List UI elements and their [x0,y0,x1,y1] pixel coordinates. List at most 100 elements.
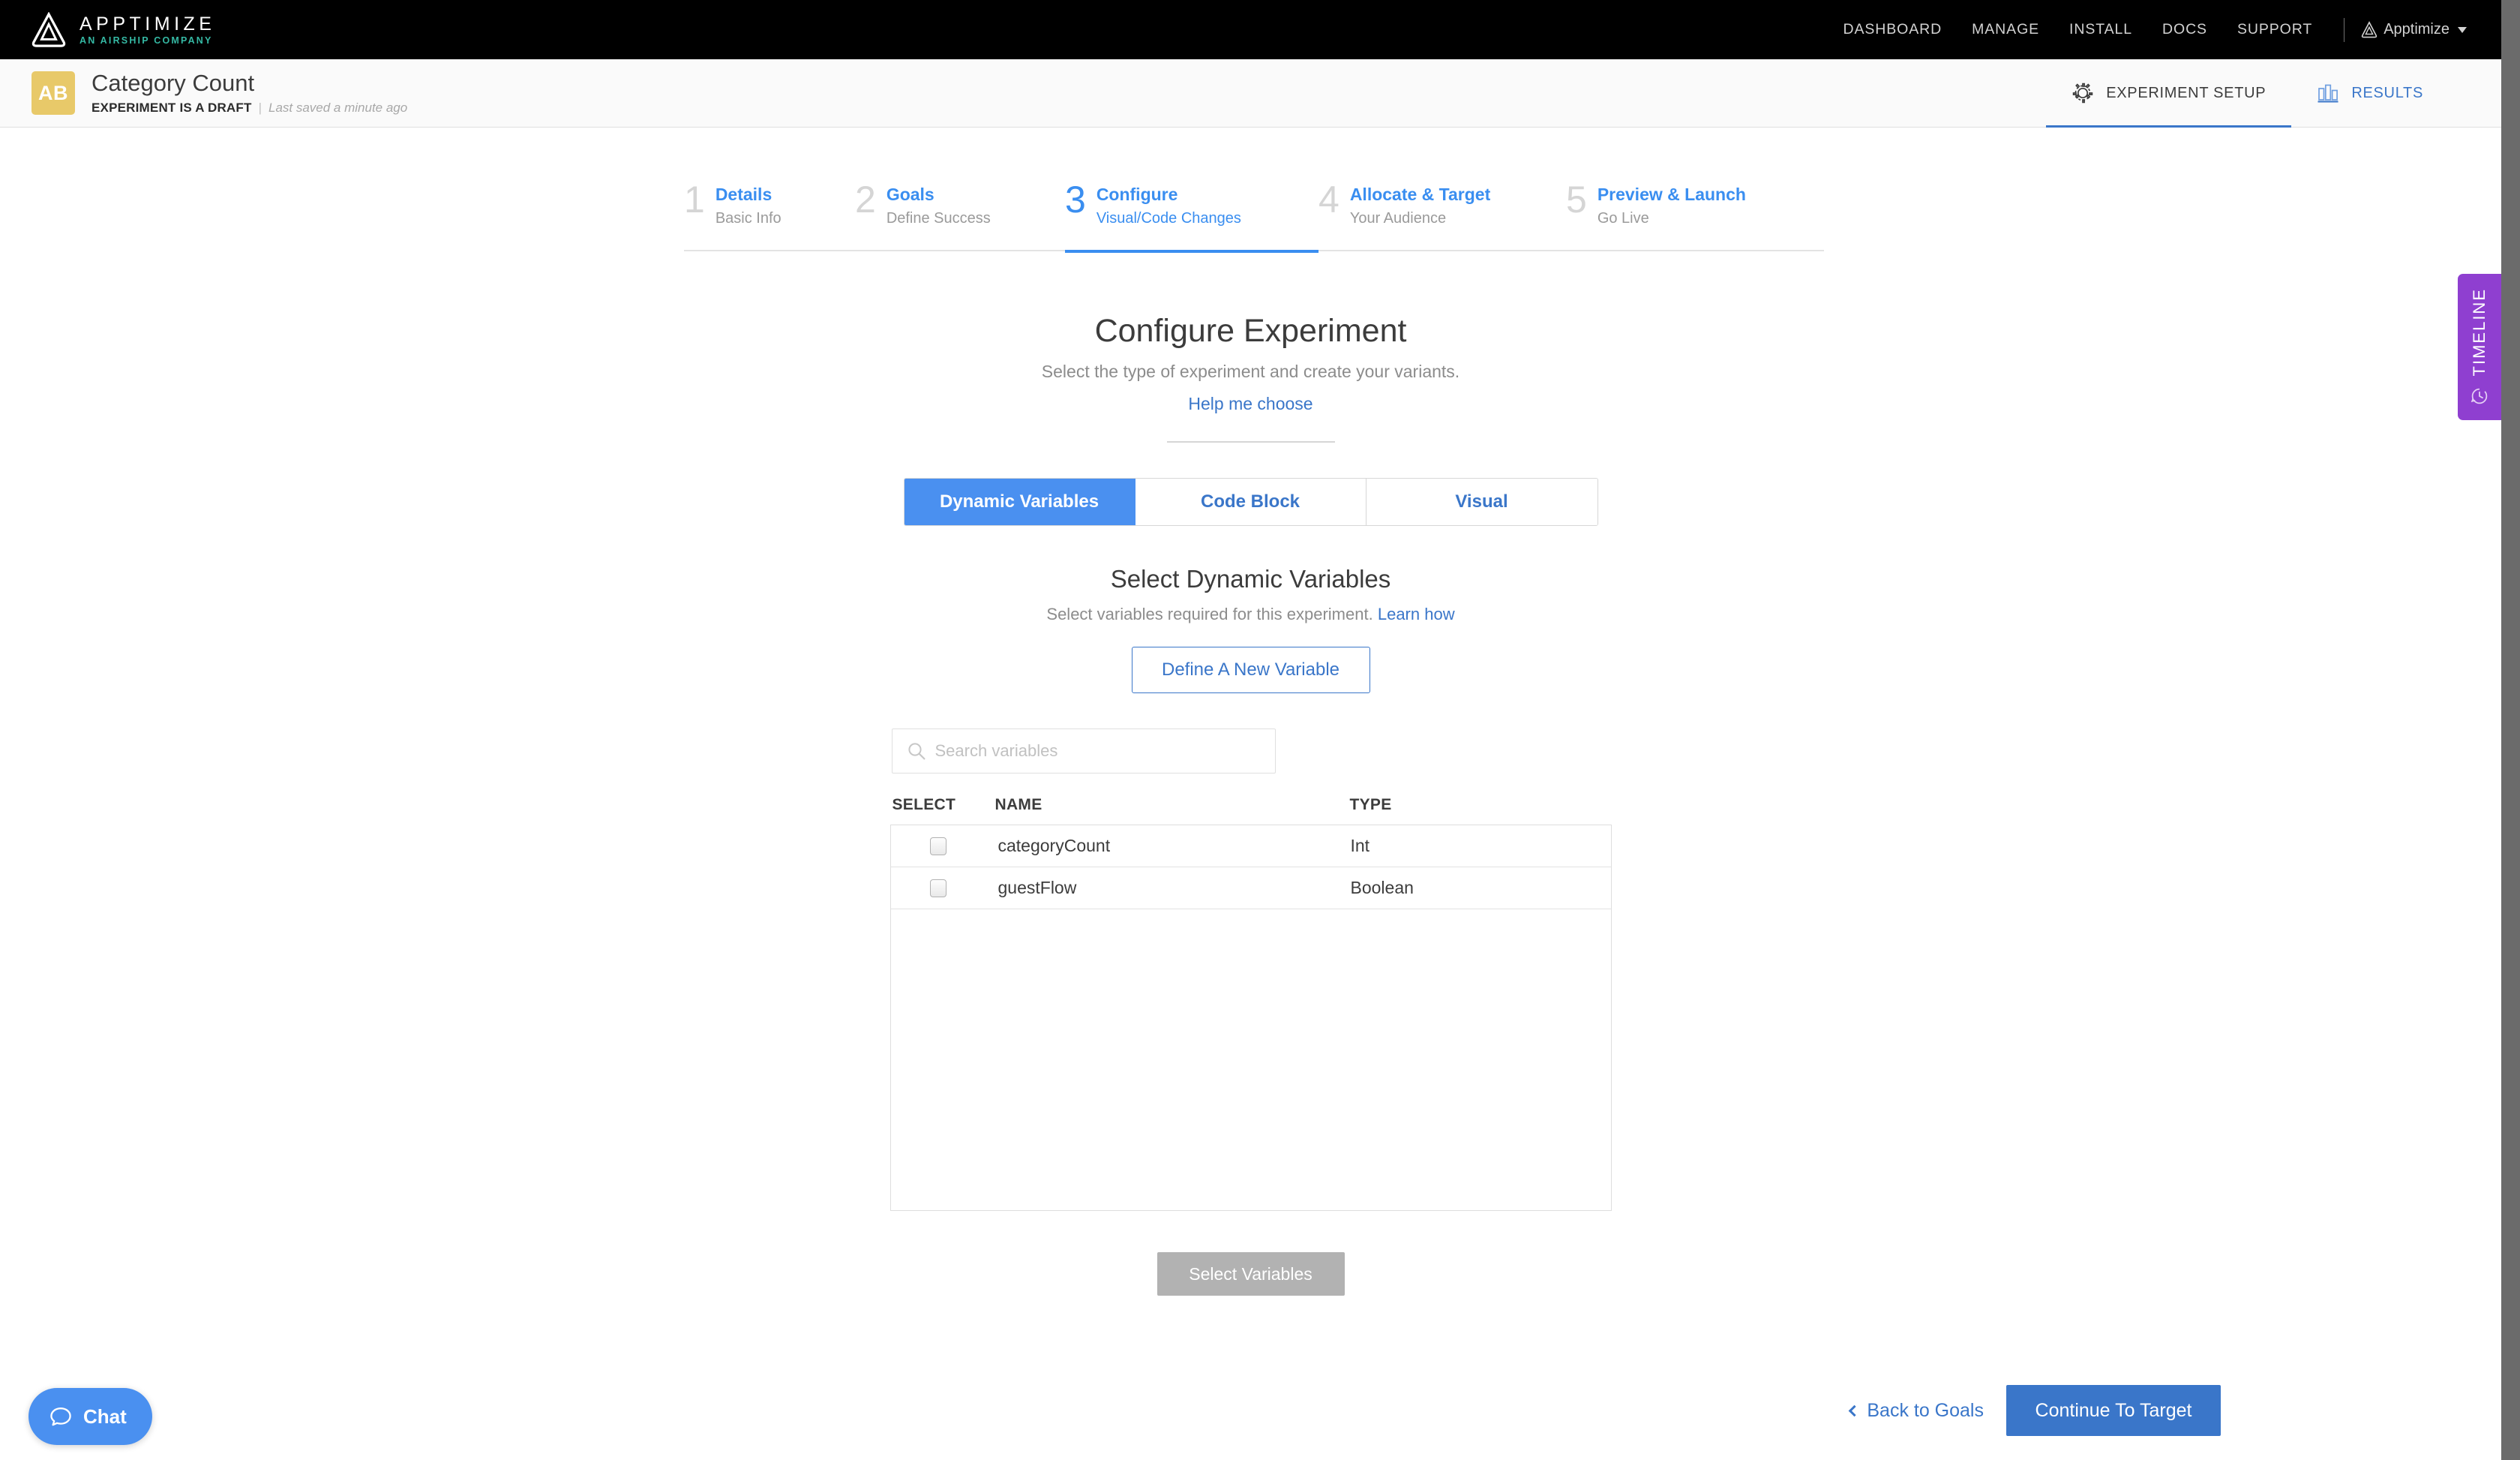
select-dynamic-variables-subtitle: Select variables required for this exper… [1046,605,1454,624]
page-title: Category Count [92,70,255,97]
wizard-step-number: 2 [855,179,876,221]
tab-results[interactable]: RESULTS [2291,59,2449,128]
wizard-step-subtitle: Basic Info [715,209,782,227]
top-nav-links: DASHBOARD MANAGE INSTALL DOCS SUPPORT Ap… [1828,17,2474,42]
nav-link-install[interactable]: INSTALL [2054,21,2147,38]
table-row[interactable]: guestFlow Boolean [890,867,1611,909]
row-select-cell [891,879,996,897]
status-badge: EXPERIMENT IS A DRAFT [92,100,252,115]
bar-chart-icon [2318,84,2338,103]
chevron-left-icon [1849,1404,1861,1417]
wizard-step-preview-launch[interactable]: 5 Preview & Launch Go Live [1566,179,1821,246]
row-select-cell [891,837,996,855]
nav-link-manage[interactable]: MANAGE [1957,21,2054,38]
wizard-step-title: Configure [1096,185,1178,204]
row-name-cell: guestFlow [998,878,1077,897]
experiment-type-badge: AB [32,71,75,115]
wizard-step-allocate-target[interactable]: 4 Allocate & Target Your Audience [1318,179,1566,246]
timeline-tab-label: TIMELINE [2470,287,2488,377]
column-header-name: NAME [994,796,1042,813]
configure-experiment-title: Configure Experiment [1094,313,1407,349]
experiment-view-tabs: EXPERIMENT SETUP RESULTS [2046,59,2449,128]
search-icon [908,743,925,760]
wizard-step-title: Goals [886,185,934,204]
top-navigation-bar: APPTIMIZE AN AIRSHIP COMPANY DASHBOARD M… [0,0,2501,59]
learn-how-link[interactable]: Learn how [1378,605,1455,623]
wizard-step-subtitle: Go Live [1597,209,1649,227]
chevron-down-icon [2458,26,2467,33]
apptimize-logo[interactable]: APPTIMIZE AN AIRSHIP COMPANY [32,11,216,48]
wizard-step-title: Preview & Launch [1597,185,1746,204]
chat-bubble-icon [50,1407,71,1426]
wizard-step-title: Details [715,185,772,204]
wizard-step-number: 5 [1566,179,1587,221]
search-variables-box[interactable] [891,728,1276,774]
status-separator: | [258,100,262,115]
last-saved-text: Last saved a minute ago [268,100,408,115]
wizard-progress-active [1065,250,1318,253]
section-subtitle-text: Select variables required for this exper… [1046,605,1373,623]
wizard-step-details[interactable]: 1 Details Basic Info [684,179,855,246]
apptimize-logo-icon [32,11,66,47]
apptimize-account-icon [2361,21,2378,38]
column-header-select: SELECT [892,796,956,813]
tab-visual[interactable]: Visual [1366,479,1598,525]
experiment-status-row: EXPERIMENT IS A DRAFT | Last saved a min… [92,101,407,116]
select-variables-button[interactable]: Select Variables [1156,1252,1345,1296]
wizard-step-configure[interactable]: 3 Configure Visual/Code Changes [1065,179,1318,246]
variables-table-body: categoryCount Int guestFlow Boolean [890,825,1612,1211]
wizard-step-number: 1 [684,179,705,221]
wizard-step-number: 4 [1318,179,1340,221]
row-name-cell: categoryCount [998,836,1111,855]
tab-experiment-setup[interactable]: EXPERIMENT SETUP [2046,59,2292,128]
tab-code-block[interactable]: Code Block [1135,479,1366,525]
account-menu[interactable]: Apptimize [2361,21,2473,38]
wizard-step-subtitle: Visual/Code Changes [1096,209,1241,227]
wizard-step-number: 3 [1065,179,1086,221]
row-checkbox[interactable] [929,837,946,855]
experiment-header: AB Category Count EXPERIMENT IS A DRAFT … [0,59,2501,128]
page-scrollbar[interactable] [2501,0,2520,1460]
tab-dynamic-variables[interactable]: Dynamic Variables [904,479,1136,525]
table-row[interactable]: categoryCount Int [890,825,1611,867]
search-input[interactable] [934,741,1275,761]
timeline-tab[interactable]: TIMELINE [2458,274,2501,420]
variables-table: SELECT NAME TYPE categoryCount Int guest… [890,796,1612,1211]
back-to-goals-link[interactable]: Back to Goals [1849,1399,1984,1422]
wizard-progress-rail [684,250,1824,253]
chat-widget-button[interactable]: Chat [28,1388,152,1445]
tab-experiment-setup-label: EXPERIMENT SETUP [2106,84,2266,101]
configure-experiment-subtitle: Select the type of experiment and create… [1041,362,1460,381]
back-to-goals-label: Back to Goals [1867,1399,1984,1421]
define-new-variable-button[interactable]: Define A New Variable [1131,647,1370,693]
row-type-cell: Int [1350,836,1370,855]
wizard-steps: 1 Details Basic Info 2 Goals Define Succ… [684,179,1824,246]
wizard-step-title: Allocate & Target [1349,185,1491,204]
brand-name: APPTIMIZE [80,13,216,35]
chat-widget-label: Chat [83,1404,127,1428]
wizard-step-goals[interactable]: 2 Goals Define Success [855,179,1065,246]
help-me-choose-link[interactable]: Help me choose [1188,394,1312,414]
select-dynamic-variables-title: Select Dynamic Variables [1110,565,1391,593]
main-content: Configure Experiment Select the type of … [0,255,2501,1296]
brand-tagline: AN AIRSHIP COMPANY [80,35,213,46]
column-header-type: TYPE [1349,796,1392,813]
row-type-cell: Boolean [1350,878,1414,897]
nav-link-support[interactable]: SUPPORT [2222,21,2327,38]
wizard-step-subtitle: Your Audience [1349,209,1447,227]
clock-history-icon [2470,388,2488,404]
account-name: Apptimize [2384,21,2450,38]
footer-bar: Back to Goals Continue To Target [0,1370,2501,1460]
nav-link-dashboard[interactable]: DASHBOARD [1828,21,1958,38]
wizard-step-subtitle: Define Success [886,209,991,227]
section-divider [1166,441,1335,443]
footer-actions: Back to Goals Continue To Target [1849,1385,2221,1436]
experiment-type-tabs: Dynamic Variables Code Block Visual [903,478,1598,526]
variables-table-header: SELECT NAME TYPE [890,796,1612,825]
row-checkbox[interactable] [929,879,946,897]
continue-to-target-button[interactable]: Continue To Target [2006,1385,2221,1436]
nav-link-docs[interactable]: DOCS [2147,21,2222,38]
tab-results-label: RESULTS [2351,84,2423,101]
gear-icon [2072,83,2093,104]
experiment-meta: Category Count EXPERIMENT IS A DRAFT | L… [92,71,407,115]
